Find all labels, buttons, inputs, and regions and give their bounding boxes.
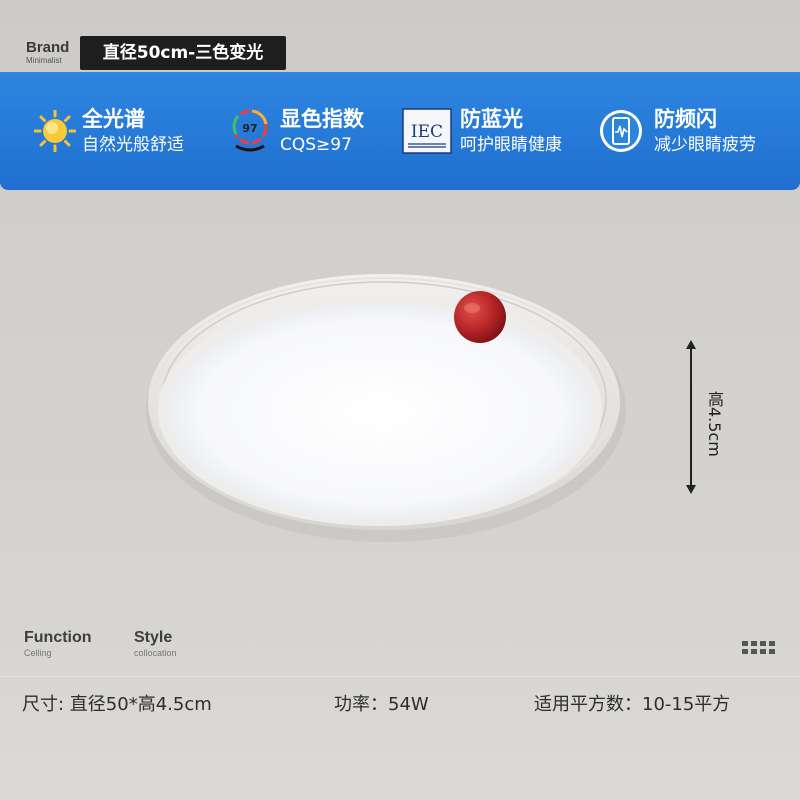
- brand-logo: Brand Minimalist: [26, 40, 76, 66]
- feature-banner: 全光谱 自然光般舒适 97 显色指数 CQS≥97 IEC 防蓝光 呵护眼睛健康: [0, 72, 800, 190]
- feature-subtitle: 减少眼睛疲劳: [654, 135, 756, 155]
- product-title: 直径50cm-三色变光: [80, 36, 286, 70]
- tab-label: Style: [134, 629, 173, 646]
- feature-title: 防蓝光: [460, 107, 523, 131]
- feature-title: 全光谱: [82, 107, 145, 131]
- feature-anti-blue-light: IEC 防蓝光 呵护眼睛健康: [402, 72, 592, 190]
- spec-size: 尺寸: 直径50*高4.5cm: [22, 694, 212, 715]
- feature-subtitle: CQS≥97: [280, 135, 352, 155]
- grid-menu-icon[interactable]: [742, 640, 776, 656]
- spec-power: 功率：54W: [334, 694, 429, 715]
- tab-label: Function: [24, 629, 92, 646]
- tab-style[interactable]: Style collocation: [134, 628, 177, 659]
- feature-full-spectrum: 全光谱 自然光般舒适: [34, 72, 224, 190]
- feature-anti-flicker: 防频闪 减少眼睛疲劳: [598, 72, 794, 190]
- tab-sublabel: collocation: [134, 648, 177, 658]
- anti-flicker-phone-icon: [600, 110, 642, 152]
- feature-subtitle: 呵护眼睛健康: [460, 135, 562, 155]
- sun-icon: [34, 110, 76, 152]
- dimension-line: [690, 344, 692, 490]
- color-index-dial-icon: 97: [232, 109, 268, 152]
- iec-text: IEC: [411, 122, 443, 142]
- dimension-arrow-bottom: [686, 485, 696, 494]
- spec-area: 适用平方数：10-15平方: [534, 694, 731, 715]
- height-label: 高4.5cm: [705, 391, 724, 457]
- dial-value: 97: [242, 122, 257, 135]
- specs-divider: [0, 676, 800, 677]
- feature-title: 显色指数: [280, 107, 364, 131]
- feature-color-index: 97 显色指数 CQS≥97: [230, 72, 400, 190]
- brand-name: Brand: [26, 39, 70, 56]
- brand-tagline: Minimalist: [26, 56, 62, 65]
- tab-sublabel: Celling: [24, 648, 52, 658]
- red-knob: [454, 291, 506, 343]
- tab-function[interactable]: Function Celling: [24, 628, 92, 659]
- feature-title: 防频闪: [654, 107, 717, 131]
- iec-logo-icon: IEC: [402, 108, 452, 154]
- ceiling-lamp-image: [146, 274, 626, 542]
- feature-subtitle: 自然光般舒适: [82, 135, 184, 155]
